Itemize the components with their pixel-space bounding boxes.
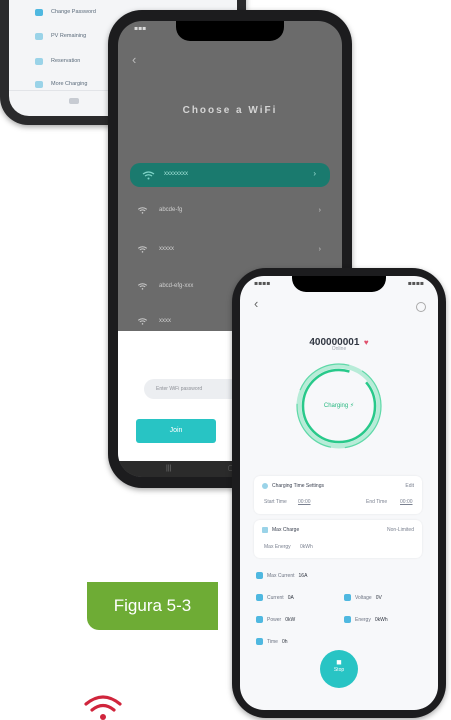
lock-icon (35, 8, 43, 16)
notch (292, 276, 386, 292)
menu-item-pv-remaining[interactable]: PV Remaining (35, 30, 86, 42)
menu-label: Reservation (51, 58, 81, 64)
status-text: Online (331, 346, 347, 352)
wifi-row[interactable]: abcde-fg › (136, 200, 321, 220)
stat-label: Max Current (267, 572, 295, 579)
menu-item-reservation[interactable]: Reservation (35, 55, 80, 67)
time-icon (256, 638, 263, 645)
wifi-icon (137, 245, 148, 253)
power-icon (256, 616, 263, 623)
max-charge-label: Max Charge (272, 527, 300, 533)
stat-value: 0h (281, 638, 288, 645)
status-bar-right: ▪▪▪▪ (407, 280, 424, 287)
panel-icon (35, 32, 43, 40)
current-icon (256, 572, 263, 579)
join-button[interactable]: Join (136, 419, 216, 443)
wifi-name: xxxxx (159, 246, 174, 252)
recent-apps-icon[interactable]: ||| (166, 465, 171, 472)
max-charge-card: Max Charge Non-Limited Max Energy 0kWh (254, 520, 422, 558)
wifi-icon (137, 206, 148, 214)
limit-icon (262, 527, 268, 533)
gear-icon[interactable] (416, 302, 426, 312)
schedule-title: Charging Time Settings (272, 483, 324, 489)
stop-label: Stop (333, 667, 345, 673)
figure-label: Figura 5-3 (87, 582, 218, 630)
ring-label: Charging ⚡ (240, 402, 438, 409)
stop-button[interactable]: ■ Stop (320, 650, 358, 688)
wifi-name: abcd-efg-xxx (159, 283, 194, 289)
stat-power: Power 0kW (256, 616, 295, 623)
stat-label: Energy (355, 616, 371, 623)
menu-label: PV Remaining (51, 33, 87, 39)
stat-label: Time (267, 638, 278, 645)
start-time-label: Start Time (264, 499, 287, 505)
start-time-value[interactable]: 00:00 (298, 499, 311, 505)
wifi-title: Choose a WiFi (182, 105, 278, 116)
back-icon[interactable]: ‹ (132, 52, 136, 67)
max-energy-value[interactable]: 0kWh (300, 544, 313, 550)
stat-value: 0kW (285, 616, 296, 623)
stat-value: 0A (287, 594, 294, 601)
stat-label: Power (267, 616, 282, 623)
menu-item-more-charging[interactable]: More Charging (35, 78, 87, 90)
bolt-icon: ⚡ (349, 403, 355, 409)
end-time-label: End Time (366, 499, 388, 505)
stop-icon: ■ (336, 657, 342, 667)
wifi-icon (142, 171, 155, 180)
home-tab-icon[interactable] (69, 98, 79, 104)
back-icon[interactable]: ‹ (254, 296, 258, 311)
phone-charger-screen: ▪▪▪▪ ▪▪▪▪ ‹ 400000001 ♥ Online Charging … (240, 276, 438, 710)
status-bar-left: ▪▪▪▪ (254, 280, 271, 287)
menu-label: More Charging (51, 81, 88, 87)
stat-max-current: Max Current 16A (256, 572, 307, 579)
wifi-logo-icon (84, 695, 122, 720)
end-time-value[interactable]: 00:00 (400, 499, 413, 505)
stat-value: 0V (375, 594, 382, 601)
bolt-icon (35, 80, 43, 88)
chevron-right-icon: › (313, 169, 316, 178)
current-icon (256, 594, 263, 601)
wifi-icon (137, 282, 148, 290)
wifi-name: abcde-fg (159, 207, 183, 213)
notch (176, 21, 284, 41)
stat-energy: Energy 0kWh (344, 616, 388, 623)
schedule-card: Charging Time Settings Edit Start Time 0… (254, 476, 422, 514)
status-bar-left: ▪▪▪ (134, 25, 147, 32)
menu-item-change-password[interactable]: Change Password (35, 6, 96, 18)
max-charge-value[interactable]: Non-Limited (387, 527, 414, 533)
stat-voltage: Voltage 0V (344, 594, 382, 601)
menu-label: Change Password (51, 9, 96, 15)
lock-icon: › (318, 245, 321, 253)
wifi-name: xxxxxxxx (164, 171, 188, 177)
clock-icon (262, 483, 268, 489)
wifi-icon (137, 317, 148, 325)
schedule-edit-link[interactable]: Edit (405, 483, 414, 489)
ring-label-text: Charging (323, 403, 349, 409)
energy-icon (344, 616, 351, 623)
stat-value: 16A (298, 572, 308, 579)
stat-label: Current (267, 594, 284, 601)
max-energy-label: Max Energy (264, 544, 291, 550)
stat-value: 0kWh (374, 616, 388, 623)
stat-time: Time 0h (256, 638, 288, 645)
wifi-name: xxxx (159, 318, 171, 324)
wifi-row-selected[interactable]: xxxxxxxx › (130, 163, 330, 187)
phone-charger: ▪▪▪▪ ▪▪▪▪ ‹ 400000001 ♥ Online Charging … (232, 268, 446, 718)
lock-icon: › (318, 206, 321, 214)
voltage-icon (344, 594, 351, 601)
stat-current: Current 0A (256, 594, 294, 601)
wifi-row[interactable]: xxxxx › (136, 239, 321, 259)
calendar-icon (35, 57, 43, 65)
stat-label: Voltage (355, 594, 372, 601)
